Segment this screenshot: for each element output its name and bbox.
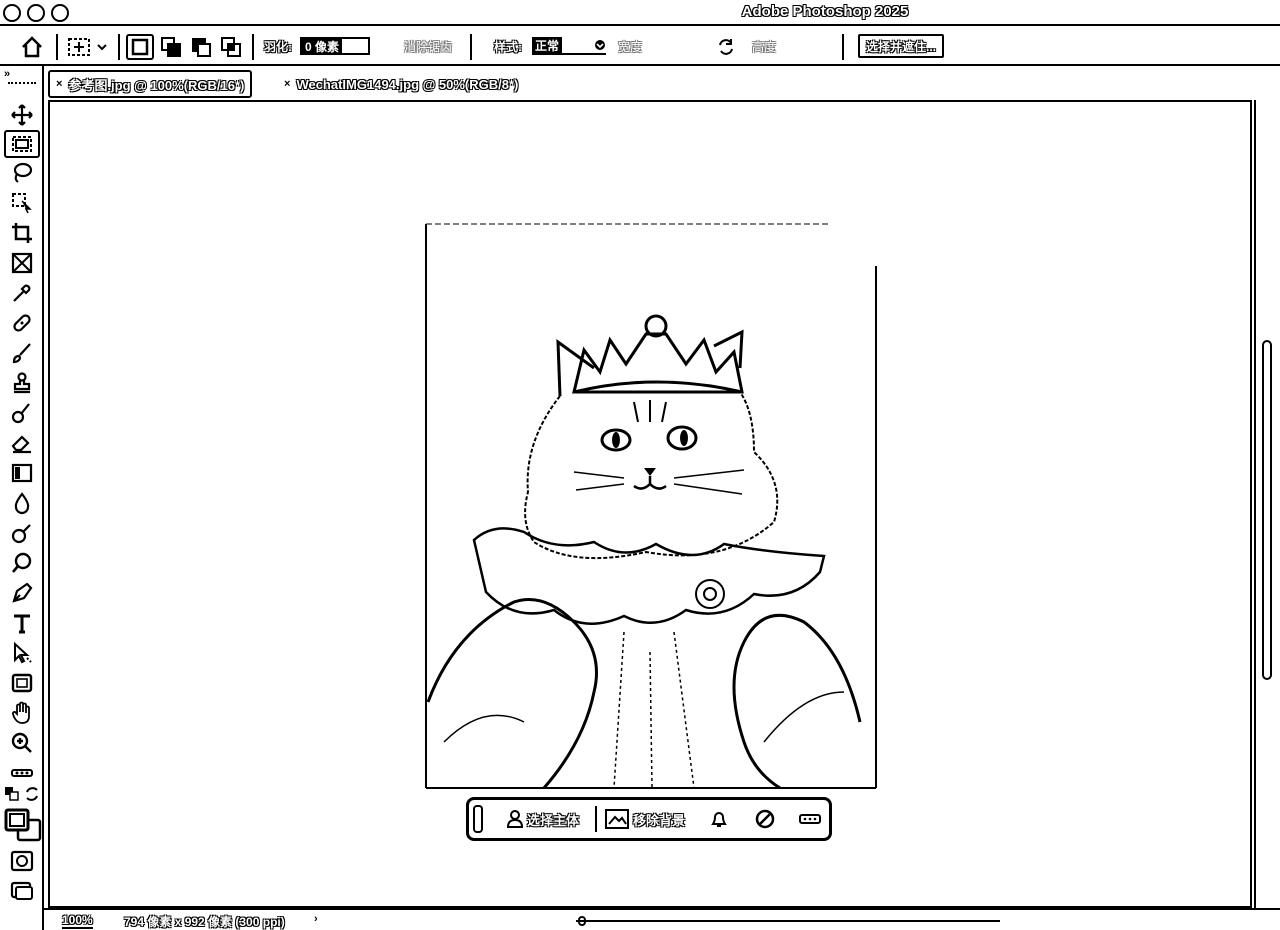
style-label: 样式:: [494, 40, 522, 54]
healing-brush-tool-icon[interactable]: [8, 310, 36, 336]
document-tabs: × 参考图.jpg @ 100%(RGB/16*) × WechatIMG149…: [44, 66, 1280, 100]
remove-background-button[interactable]: 移除背景: [605, 809, 685, 829]
rectangle-tool-icon[interactable]: [8, 670, 36, 696]
gradient-tool-icon[interactable]: [8, 460, 36, 486]
status-bar: 100% 794 像素 x 992 像素 (300 ppi) ›: [44, 908, 1280, 930]
cat-queen-portrait: [424, 222, 879, 790]
document-info: 794 像素 x 992 像素 (300 ppi): [124, 915, 285, 929]
height-label[interactable]: 高度: [752, 38, 776, 55]
dodge-tool-icon[interactable]: [8, 520, 36, 546]
feather-label: 羽化:: [264, 40, 292, 54]
tools-panel: »: [0, 66, 44, 930]
foreground-background-color[interactable]: [4, 808, 42, 842]
rect-marquee-tool-icon[interactable]: [4, 130, 40, 158]
drag-handle[interactable]: [473, 805, 483, 833]
bell-icon[interactable]: [709, 809, 729, 829]
brush-tool-icon[interactable]: [8, 340, 36, 366]
remove-background-icon: [605, 809, 630, 829]
clone-stamp-tool-icon[interactable]: [8, 370, 36, 396]
chevron-right-icon[interactable]: ›: [314, 913, 318, 925]
remove-background-label: 移除背景: [633, 812, 686, 828]
document-canvas[interactable]: [424, 222, 879, 790]
cancel-icon[interactable]: [755, 809, 775, 829]
search-icon[interactable]: [8, 550, 36, 576]
new-selection-icon[interactable]: [126, 34, 154, 60]
history-brush-tool-icon[interactable]: [8, 400, 36, 426]
swap-colors-icon[interactable]: [24, 786, 40, 802]
lasso-tool-icon[interactable]: [8, 160, 36, 186]
feather-value: 0 像素: [302, 39, 343, 54]
home-icon[interactable]: [18, 34, 46, 60]
separator: [470, 34, 472, 60]
horizontal-scroll-track[interactable]: [576, 920, 1000, 922]
tab-label: WechatIMG1494.jpg @ 50%(RGB/8*): [296, 76, 519, 92]
quick-mask-icon[interactable]: [8, 848, 36, 874]
antialias-checkbox-label[interactable]: 消除锯齿: [404, 38, 452, 55]
width-label[interactable]: 宽度: [618, 38, 642, 55]
separator: [118, 34, 120, 60]
separator: [56, 34, 58, 60]
add-to-selection-icon[interactable]: [158, 34, 184, 60]
swap-width-height-icon[interactable]: [714, 34, 738, 60]
select-subject-label: 选择主体: [527, 812, 580, 828]
object-select-tool-icon[interactable]: [8, 190, 36, 216]
separator: [252, 34, 254, 60]
style-select[interactable]: 正常: [532, 37, 606, 55]
eraser-tool-icon[interactable]: [8, 430, 36, 456]
close-tab-icon[interactable]: ×: [284, 78, 290, 90]
frame-tool-icon[interactable]: [8, 250, 36, 276]
more-tools-icon[interactable]: [8, 760, 36, 786]
close-tab-icon[interactable]: ×: [56, 78, 62, 90]
path-select-tool-icon[interactable]: [8, 640, 36, 666]
separator: [595, 806, 598, 832]
type-tool-icon[interactable]: [8, 610, 36, 636]
horizontal-scroll-thumb[interactable]: [578, 916, 586, 926]
person-icon: [506, 810, 524, 828]
panel-grip[interactable]: [8, 82, 36, 86]
app-title: Adobe Photoshop 2025: [741, 3, 909, 20]
hand-tool-icon[interactable]: [8, 700, 36, 726]
select-and-mask-button[interactable]: 选择并遮住...: [858, 34, 945, 58]
move-tool-icon[interactable]: [8, 102, 36, 128]
options-bar: 羽化: 0 像素 消除锯齿 样式: 正常 宽度 高度 选择并遮住...: [0, 28, 1280, 66]
zoom-tool-icon[interactable]: [8, 730, 36, 756]
crop-tool-icon[interactable]: [8, 220, 36, 246]
eyedropper-tool-icon[interactable]: [8, 280, 36, 306]
screen-mode-icon[interactable]: [8, 878, 36, 904]
tool-preset-picker[interactable]: [64, 34, 112, 60]
tab-reference-image[interactable]: × 参考图.jpg @ 100%(RGB/16*): [48, 70, 253, 98]
feather-input[interactable]: 0 像素: [300, 37, 370, 55]
style-value: 正常: [532, 37, 563, 53]
intersect-selection-icon[interactable]: [218, 34, 244, 60]
blur-tool-icon[interactable]: [8, 490, 36, 516]
tab-label: 参考图.jpg @ 100%(RGB/16*): [68, 77, 245, 93]
contextual-task-bar: 选择主体 移除背景: [466, 797, 832, 841]
zoom-level[interactable]: 100%: [62, 913, 93, 929]
more-options-icon[interactable]: [799, 813, 822, 825]
pen-tool-icon[interactable]: [8, 580, 36, 606]
select-subject-button[interactable]: 选择主体: [505, 809, 579, 829]
default-colors-icon[interactable]: [4, 786, 20, 802]
tab-wechat-image[interactable]: × WechatIMG1494.jpg @ 50%(RGB/8*): [284, 70, 518, 98]
chevron-down-icon: [595, 40, 605, 50]
vertical-scroll-thumb[interactable]: [1262, 340, 1272, 680]
collapse-panel-icon[interactable]: »: [4, 68, 10, 80]
separator: [842, 34, 844, 60]
title-bar: Adobe Photoshop 2025: [0, 0, 1280, 26]
subtract-from-selection-icon[interactable]: [188, 34, 214, 60]
